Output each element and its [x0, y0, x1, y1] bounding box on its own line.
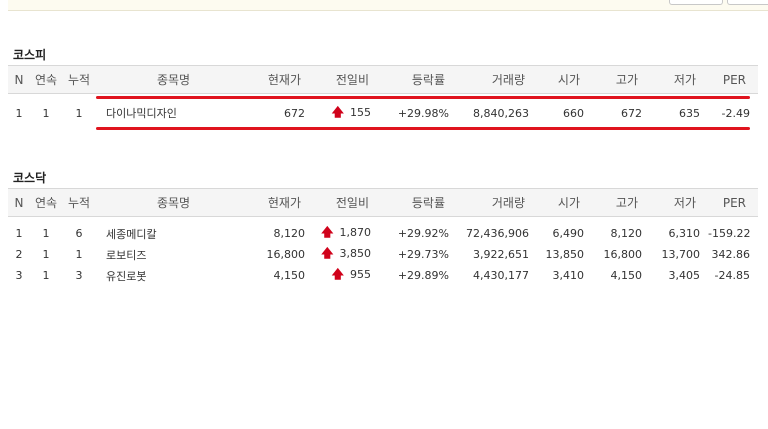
annotation-underline-top: [96, 96, 750, 99]
row-rate: +29.89%: [397, 269, 449, 282]
stock-name-link[interactable]: 로보티즈: [96, 244, 251, 265]
row-rank: 1: [15, 106, 23, 120]
col-header-low[interactable]: 저가: [650, 65, 708, 94]
col-header-name[interactable]: 종목명: [96, 65, 251, 94]
col-header-rate[interactable]: 등락률: [381, 188, 457, 217]
col-header-open[interactable]: 시가: [537, 65, 592, 94]
col-header-low[interactable]: 저가: [650, 188, 708, 217]
row-streak: 1: [42, 106, 50, 120]
col-header-volume[interactable]: 거래량: [457, 65, 537, 94]
row-total: 3: [75, 269, 83, 282]
row-low: 3,405: [668, 269, 701, 282]
row-rate: +29.73%: [397, 248, 449, 261]
row-price: 16,800: [266, 248, 306, 261]
row-rank: 2: [15, 248, 23, 261]
row-change: 🡅 955: [313, 265, 381, 286]
col-header-high[interactable]: 고가: [592, 65, 650, 94]
row-volume: 3,922,651: [473, 248, 529, 261]
up-arrow-icon: 🡅: [321, 225, 334, 239]
row-volume: 4,430,177: [473, 269, 529, 282]
stock-name-link[interactable]: 다이나믹디자인: [96, 100, 251, 126]
col-header-total[interactable]: 누적: [62, 65, 96, 94]
top-bar: [8, 0, 768, 11]
row-open: 3,410: [552, 269, 585, 282]
row-low: 13,700: [661, 248, 701, 261]
up-arrow-icon: 🡅: [331, 104, 344, 119]
row-total: 1: [75, 106, 83, 120]
table-row: 1 1 6 세종메디칼 8,120 🡅 1,870 +29.92% 72,436,…: [8, 223, 758, 244]
row-streak: 1: [42, 269, 50, 282]
row-high: 8,120: [610, 227, 643, 240]
row-total: 1: [75, 248, 83, 261]
table-row: 1 1 1 다이나믹디자인 672 🡅 155 +29.98% 8,840,263…: [8, 100, 758, 126]
row-change: 🡅 3,850: [313, 244, 381, 265]
row-change-value: 3,850: [339, 247, 372, 260]
col-header-open[interactable]: 시가: [537, 188, 592, 217]
row-change: 🡅 155: [313, 100, 381, 126]
top-button-1[interactable]: [669, 0, 723, 5]
row-volume: 8,840,263: [473, 106, 529, 120]
col-header-streak[interactable]: 연속: [30, 65, 62, 94]
row-change-value: 955: [350, 268, 371, 281]
col-header-n[interactable]: N: [8, 188, 30, 217]
row-low: 635: [679, 106, 700, 120]
row-rank: 1: [15, 227, 23, 240]
up-arrow-icon: 🡅: [321, 246, 334, 260]
col-header-change[interactable]: 전일비: [313, 188, 381, 217]
stock-name-link[interactable]: 세종메디칼: [96, 223, 251, 244]
row-change-value: 1,870: [339, 226, 372, 239]
row-change: 🡅 1,870: [313, 223, 381, 244]
row-price: 4,150: [273, 269, 306, 282]
col-header-name[interactable]: 종목명: [96, 188, 251, 217]
row-per: -159.22: [708, 227, 751, 240]
col-header-price[interactable]: 현재가: [251, 65, 313, 94]
row-price: 8,120: [273, 227, 306, 240]
row-rank: 3: [15, 269, 23, 282]
kospi-section-title: 코스피: [13, 48, 47, 62]
col-header-total[interactable]: 누적: [62, 188, 96, 217]
row-per: -2.49: [721, 106, 750, 120]
col-header-change[interactable]: 전일비: [313, 65, 381, 94]
kosdaq-section-title: 코스닥: [13, 171, 47, 185]
col-header-rate[interactable]: 등락률: [381, 65, 457, 94]
row-per: 342.86: [711, 248, 751, 261]
up-arrow-icon: 🡅: [331, 267, 344, 281]
row-rate: +29.92%: [397, 227, 449, 240]
row-high: 672: [621, 106, 642, 120]
col-header-per[interactable]: PER: [708, 188, 758, 217]
table-row: 2 1 1 로보티즈 16,800 🡅 3,850 +29.73% 3,922,6…: [8, 244, 758, 265]
stock-name-link[interactable]: 유진로봇: [96, 265, 251, 286]
row-rate: +29.98%: [397, 106, 449, 120]
row-open: 13,850: [545, 248, 585, 261]
col-header-per[interactable]: PER: [708, 65, 758, 94]
top-button-2[interactable]: [727, 0, 768, 5]
row-change-value: 155: [350, 105, 371, 119]
row-open: 660: [563, 106, 584, 120]
row-open: 6,490: [552, 227, 585, 240]
row-price: 672: [284, 106, 305, 120]
kosdaq-table: N 연속 누적 종목명 현재가 전일비 등락률 거래량 시가 고가 저가 PER…: [8, 188, 758, 292]
row-streak: 1: [42, 227, 50, 240]
row-high: 16,800: [603, 248, 643, 261]
col-header-volume[interactable]: 거래량: [457, 188, 537, 217]
row-per: -24.85: [714, 269, 750, 282]
col-header-n[interactable]: N: [8, 65, 30, 94]
annotation-underline-bottom: [96, 127, 750, 130]
row-volume: 72,436,906: [466, 227, 529, 240]
table-header-row: N 연속 누적 종목명 현재가 전일비 등락률 거래량 시가 고가 저가 PER: [8, 65, 758, 94]
row-streak: 1: [42, 248, 50, 261]
col-header-price[interactable]: 현재가: [251, 188, 313, 217]
col-header-streak[interactable]: 연속: [30, 188, 62, 217]
row-total: 6: [75, 227, 83, 240]
row-high: 4,150: [610, 269, 643, 282]
col-header-high[interactable]: 고가: [592, 188, 650, 217]
table-header-row: N 연속 누적 종목명 현재가 전일비 등락률 거래량 시가 고가 저가 PER: [8, 188, 758, 217]
table-row: 3 1 3 유진로봇 4,150 🡅 955 +29.89% 4,430,177 …: [8, 265, 758, 286]
row-low: 6,310: [668, 227, 701, 240]
